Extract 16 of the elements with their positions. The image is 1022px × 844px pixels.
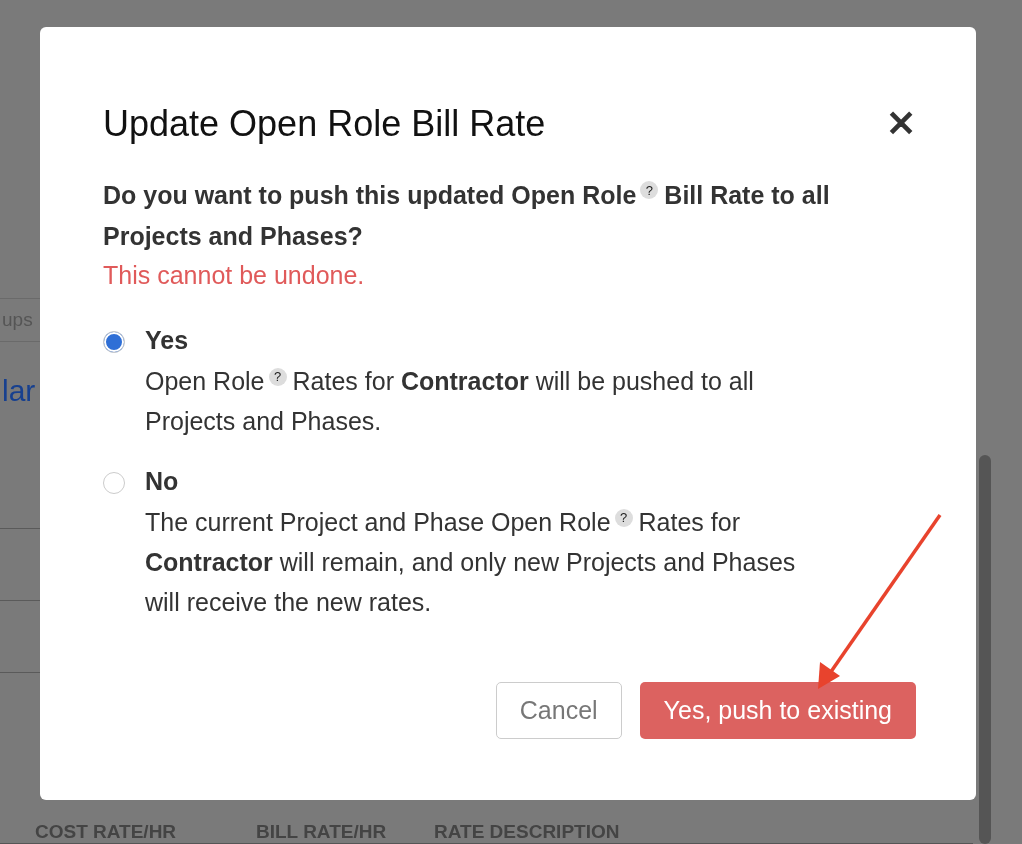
radio-button[interactable] xyxy=(103,472,125,494)
radio-button[interactable] xyxy=(103,331,125,353)
option-label[interactable]: Yes xyxy=(145,326,835,355)
option-label[interactable]: No xyxy=(145,467,835,496)
option-description: The current Project and Phase Open Role $^{?}$ Rates for Contractor will remain, and only new Projects and Phases will receive the new rates. xyxy=(145,507,797,618)
dialog-title: Update Open Role Bill Rate xyxy=(103,103,546,145)
warning-text: This cannot be undone. xyxy=(103,261,366,290)
close-button[interactable]: ✕ xyxy=(886,103,916,145)
help-icon[interactable]: ? xyxy=(640,181,659,200)
scrollbar[interactable] xyxy=(979,455,991,844)
help-icon[interactable]: ? xyxy=(268,367,287,386)
cancel-button[interactable]: Cancel xyxy=(495,682,622,739)
confirm-button[interactable]: Yes, push to existing xyxy=(639,682,916,739)
help-icon[interactable]: ? xyxy=(614,508,633,527)
question-text: Do you want to push this updated Open Role $^{?}$ Bill Rate to all Projects and Phases? xyxy=(103,180,831,252)
option-description: Open Role $^{?}$ Rates for Contractor will be pushed to all Projects and Phases. xyxy=(145,366,755,437)
